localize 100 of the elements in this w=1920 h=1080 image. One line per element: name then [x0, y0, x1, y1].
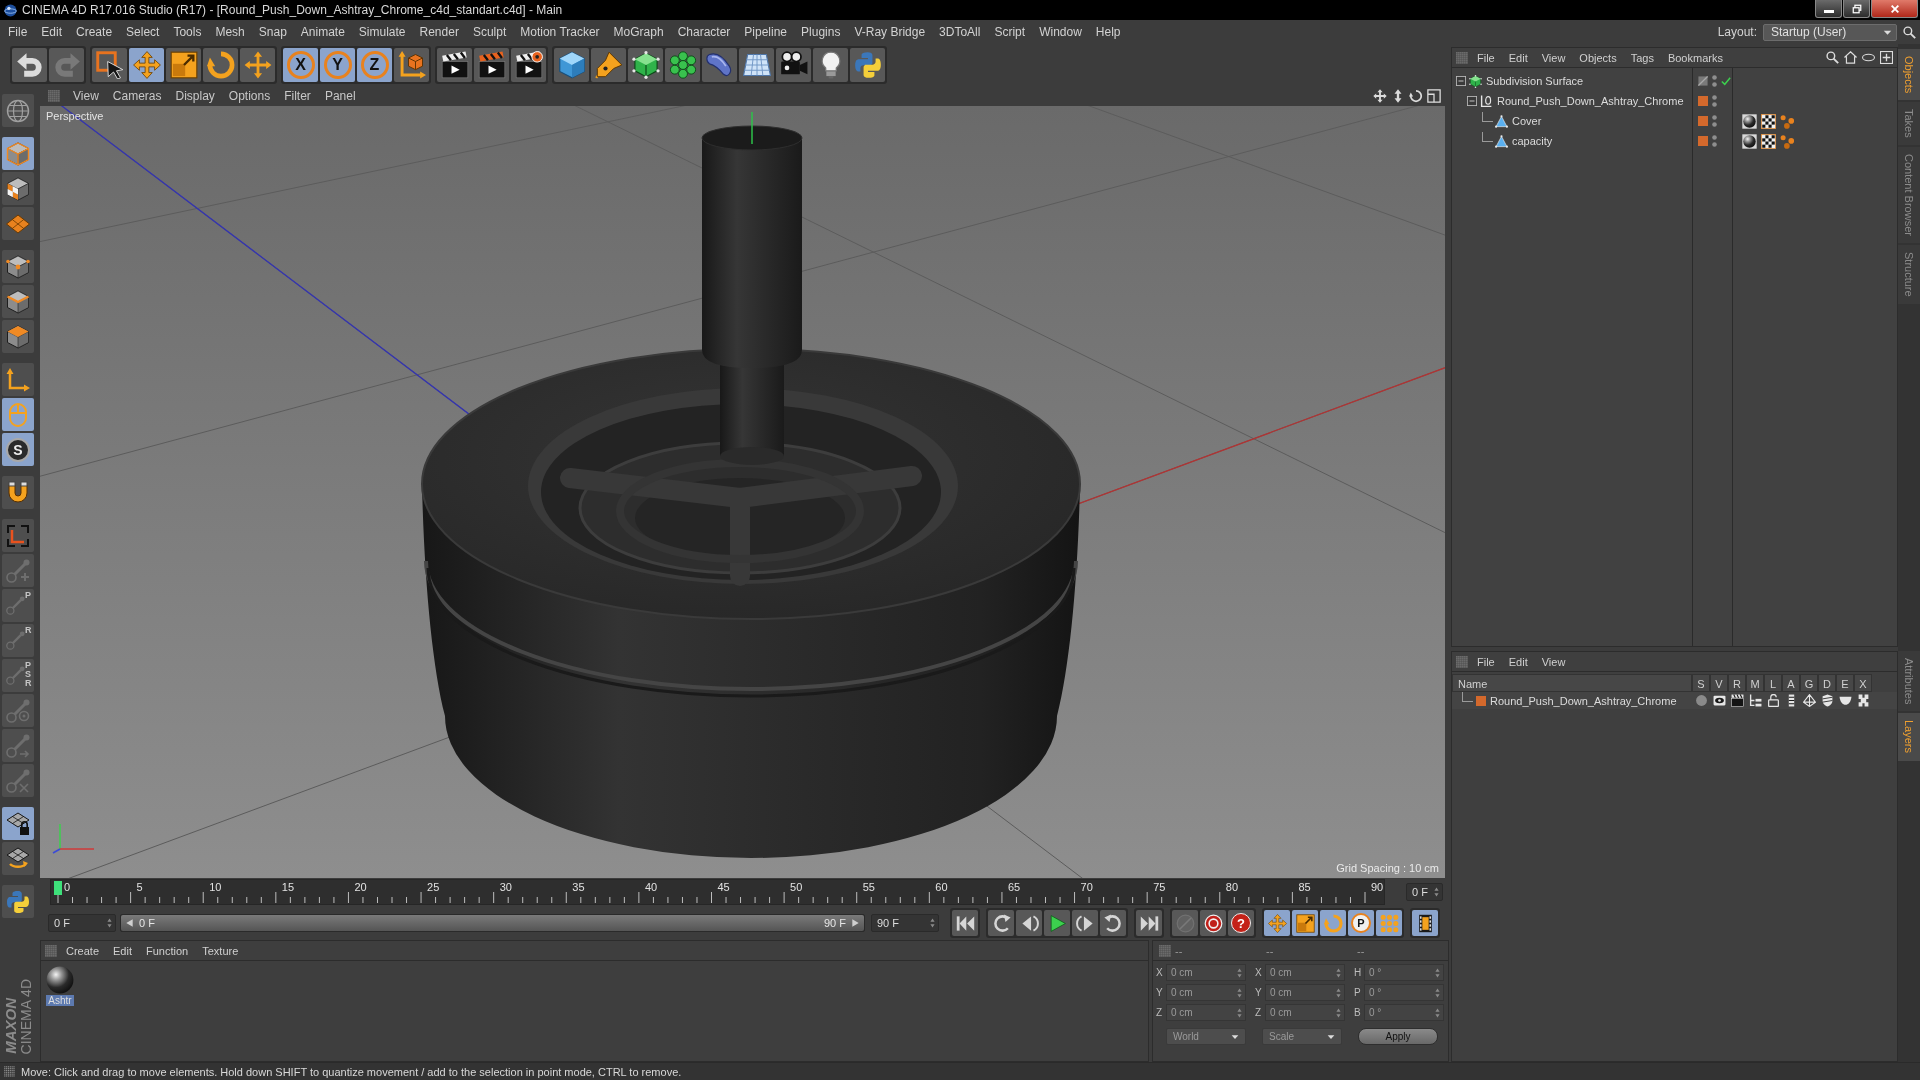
- visibility-dot-icon[interactable]: [1712, 122, 1717, 127]
- timeline-ruler[interactable]: 0 5 10 15 20 25 30 35 40 45 50 55 60 65 70 75 80 85 90: [50, 879, 1385, 905]
- hierarchy-icon[interactable]: [1748, 694, 1762, 707]
- cube-button[interactable]: [554, 48, 589, 82]
- render-settings-button[interactable]: [511, 48, 546, 82]
- menu-item[interactable]: Tags: [1623, 48, 1661, 67]
- menu-item[interactable]: Cameras: [105, 87, 169, 105]
- magnet-button[interactable]: [2, 476, 34, 509]
- key-scale-button[interactable]: [1292, 910, 1318, 936]
- deformer-button[interactable]: [702, 48, 737, 82]
- menu-item[interactable]: Select: [119, 21, 167, 43]
- menu-item[interactable]: View: [1534, 48, 1573, 67]
- visibility-dot-icon[interactable]: [1712, 75, 1717, 80]
- close-button[interactable]: [1871, 0, 1918, 18]
- visibility-dot-icon[interactable]: [1712, 115, 1717, 120]
- layer-color-icon[interactable]: [1698, 136, 1708, 146]
- menu-item[interactable]: Objects: [1572, 48, 1624, 67]
- make-editable-button[interactable]: [2, 94, 34, 127]
- menu-item[interactable]: File: [1470, 652, 1502, 671]
- key-parameter-button[interactable]: P: [1348, 910, 1374, 936]
- column-header[interactable]: X: [1854, 674, 1872, 692]
- side-tab[interactable]: Layers: [1898, 713, 1920, 761]
- points-mode-button[interactable]: [2, 250, 34, 283]
- move-view-icon[interactable]: [1373, 89, 1387, 103]
- menu-item[interactable]: View: [66, 87, 106, 105]
- previous-frame-button[interactable]: [1016, 910, 1042, 936]
- menu-item[interactable]: Snap: [251, 21, 294, 43]
- camera-button[interactable]: [776, 48, 811, 82]
- end-frame-field[interactable]: 90 F: [871, 914, 939, 932]
- menu-item[interactable]: Edit: [106, 941, 139, 960]
- previous-key-button[interactable]: [988, 910, 1014, 936]
- lock-icon[interactable]: [1766, 694, 1780, 707]
- sphere-tag-icon[interactable]: [1742, 113, 1757, 129]
- object-tree-item[interactable]: capacity: [1512, 135, 1553, 147]
- column-header[interactable]: A: [1782, 674, 1800, 692]
- layer-color-icon[interactable]: [1698, 96, 1708, 106]
- eye-icon[interactable]: [1712, 694, 1726, 707]
- column-header[interactable]: M: [1746, 674, 1764, 692]
- menu-item[interactable]: Animate: [293, 21, 352, 43]
- visibility-dot-icon[interactable]: [1712, 82, 1717, 87]
- column-header[interactable]: D: [1818, 674, 1836, 692]
- grip-icon[interactable]: [1456, 51, 1468, 64]
- layout-dropdown[interactable]: Startup (User): [1763, 23, 1897, 41]
- oval-icon[interactable]: [1862, 51, 1875, 64]
- rotate-view-icon[interactable]: [1409, 89, 1423, 103]
- menu-item[interactable]: Function: [139, 941, 196, 960]
- frame-range-slider[interactable]: 0 F 90 F: [120, 914, 865, 932]
- menu-item[interactable]: Filter: [277, 87, 318, 105]
- menu-item[interactable]: Window: [1032, 21, 1089, 43]
- grip-icon[interactable]: [48, 90, 60, 102]
- plus-square-icon[interactable]: [1880, 51, 1893, 64]
- cup-icon[interactable]: [1838, 694, 1852, 707]
- viewport-canvas[interactable]: Perspective Grid Spacing : 10 cm: [40, 106, 1445, 878]
- play-button[interactable]: [1044, 910, 1070, 936]
- menu-item[interactable]: 3DToAll: [932, 21, 988, 43]
- grip-icon[interactable]: [1159, 944, 1171, 957]
- right-arrow-icon[interactable]: [852, 919, 859, 927]
- menu-item[interactable]: File: [1, 21, 35, 43]
- corner-axis-button[interactable]: [2, 519, 34, 552]
- menu-item[interactable]: File: [1470, 48, 1502, 67]
- menu-item[interactable]: Edit: [1501, 48, 1535, 67]
- menu-item[interactable]: Plugins: [794, 21, 848, 43]
- visibility-dot-icon[interactable]: [1712, 102, 1717, 107]
- object-tree-item[interactable]: Round_Push_Down_Ashtray_Chrome: [1497, 95, 1684, 107]
- next-key-button[interactable]: [1100, 910, 1126, 936]
- grip-icon[interactable]: [45, 944, 57, 957]
- wire-pyramid-icon[interactable]: [1802, 694, 1816, 707]
- panel-layout-icon[interactable]: [1427, 89, 1441, 103]
- key-selection-button[interactable]: ?: [1228, 910, 1254, 936]
- locked-workplane-button[interactable]: [2, 807, 34, 840]
- visibility-dot-icon[interactable]: [1712, 95, 1717, 100]
- current-frame-field[interactable]: 0 F: [1406, 883, 1443, 901]
- pen-tool-button[interactable]: [591, 48, 626, 82]
- render-view-button[interactable]: [437, 48, 472, 82]
- layer-color-icon[interactable]: [1698, 116, 1708, 126]
- search-icon[interactable]: [1903, 25, 1916, 39]
- cloner-button[interactable]: [665, 48, 700, 82]
- python-button[interactable]: [850, 48, 885, 82]
- snap-button[interactable]: S: [2, 433, 34, 466]
- menu-item[interactable]: Character: [670, 21, 738, 43]
- selection-tool-button[interactable]: [92, 48, 127, 82]
- shield-icon[interactable]: [1820, 694, 1834, 707]
- axis-lock-button[interactable]: Y: [320, 48, 355, 82]
- menu-item[interactable]: Script: [987, 21, 1033, 43]
- clapperboard-icon[interactable]: [1730, 694, 1744, 707]
- menu-item[interactable]: MoGraph: [606, 21, 671, 43]
- grip-icon[interactable]: [1456, 655, 1468, 668]
- menu-item[interactable]: Tools: [166, 21, 209, 43]
- texture-mode-button[interactable]: [2, 172, 34, 205]
- workplane-rotate-button[interactable]: [2, 842, 34, 875]
- column-header[interactable]: L: [1764, 674, 1782, 692]
- menu-item[interactable]: Help: [1088, 21, 1128, 43]
- menu-item[interactable]: Pipeline: [737, 21, 795, 43]
- axis-lock-button[interactable]: Z: [357, 48, 392, 82]
- checker-tag-icon[interactable]: [1761, 113, 1776, 129]
- xref-icon[interactable]: [1856, 694, 1870, 707]
- menu-item[interactable]: Mesh: [208, 21, 252, 43]
- object-tree-item[interactable]: Cover: [1512, 115, 1542, 127]
- collapse-icon[interactable]: [1456, 76, 1466, 86]
- python-button[interactable]: [2, 885, 34, 918]
